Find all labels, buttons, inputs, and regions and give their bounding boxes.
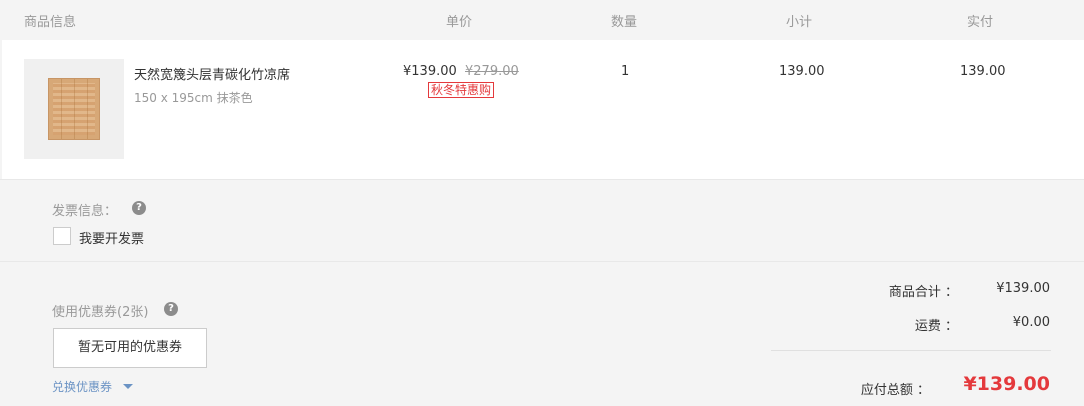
product-name[interactable]: 天然宽篾头层青碳化竹凉席 bbox=[134, 64, 290, 83]
payable-total: ¥139.00 bbox=[963, 373, 1050, 395]
col-header-quantity: 数量 bbox=[611, 15, 638, 30]
invoice-label: 发票信息： bbox=[52, 204, 118, 219]
totals-divider bbox=[771, 350, 1051, 351]
invoice-checkbox[interactable] bbox=[53, 227, 71, 245]
invoice-help-icon[interactable]: ? bbox=[132, 201, 146, 215]
chevron-down-icon[interactable] bbox=[123, 384, 133, 389]
quantity: 1 bbox=[621, 64, 630, 79]
unit-price: ¥139.00 bbox=[403, 64, 457, 79]
original-price: ¥279.00 bbox=[465, 64, 519, 79]
coupon-label: 使用优惠券(2张) bbox=[52, 305, 149, 320]
col-header-unit-price: 单价 bbox=[446, 15, 473, 30]
paid-amount: 139.00 bbox=[960, 64, 1006, 79]
shipping-value: ¥0.00 bbox=[1012, 315, 1050, 330]
product-spec: 150 x 195cm 抹茶色 bbox=[134, 91, 253, 105]
shipping-label: 运费 ： bbox=[914, 319, 958, 334]
promo-tag: 秋冬特惠购 bbox=[428, 82, 495, 98]
redeem-coupon-link[interactable]: 兑换优惠券 bbox=[52, 378, 112, 395]
subtotal: 139.00 bbox=[779, 64, 825, 79]
coupon-help-icon[interactable]: ? bbox=[164, 302, 178, 316]
payable-label: 应付总额 ： bbox=[860, 383, 930, 398]
goods-total-label: 商品合计 ： bbox=[888, 285, 958, 300]
col-header-paid: 实付 bbox=[967, 15, 994, 30]
col-header-product: 商品信息 bbox=[24, 15, 77, 30]
order-item-row: 天然宽篾头层青碳化竹凉席 150 x 195cm 抹茶色 ¥139.00 ¥27… bbox=[2, 40, 1084, 179]
invoice-checkbox-label[interactable]: 我要开发票 bbox=[79, 228, 144, 247]
invoice-section: 发票信息： ? 我要开发票 bbox=[0, 179, 1084, 262]
goods-total-value: ¥139.00 bbox=[996, 281, 1050, 296]
product-thumbnail[interactable] bbox=[24, 59, 124, 159]
table-header: 商品信息 单价 数量 小计 实付 bbox=[0, 0, 1084, 40]
bamboo-mat-image bbox=[48, 78, 100, 140]
col-header-subtotal: 小计 bbox=[786, 15, 813, 30]
coupon-select-button[interactable]: 暂无可用的优惠券 bbox=[53, 328, 207, 368]
